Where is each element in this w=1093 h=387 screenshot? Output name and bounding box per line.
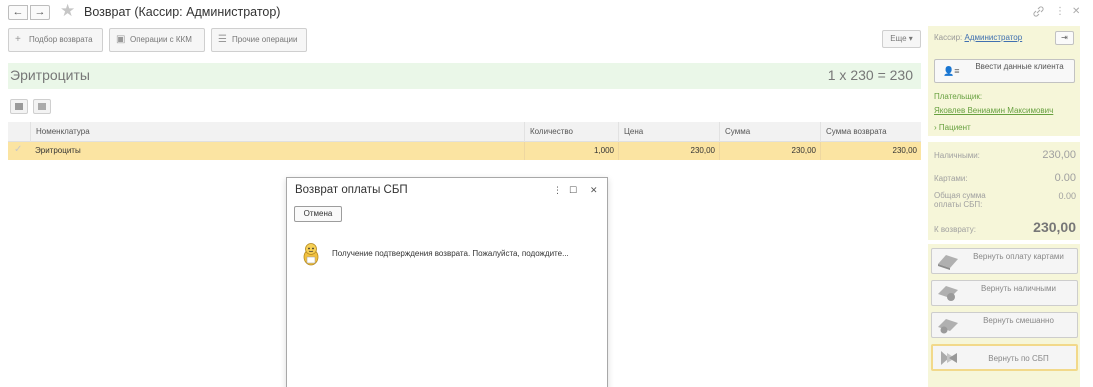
kkm-operations-label: Операции с ККМ bbox=[130, 35, 192, 44]
cash-label: Наличными: bbox=[934, 151, 980, 160]
card-icon bbox=[938, 255, 958, 270]
patient-toggle[interactable]: › Пациент bbox=[934, 123, 971, 132]
chevron-right-icon: › bbox=[934, 123, 937, 132]
exit-icon[interactable]: ⇥ bbox=[1055, 31, 1074, 45]
right-panel: Кассир: Администратор ⇥ 👤≡ Ввести данные… bbox=[928, 26, 1080, 387]
kkm-operations-button[interactable]: ▣ Операции с ККМ bbox=[109, 28, 205, 52]
sbp-return-dialog: Возврат оплаты СБП ⋮ ☐ ✕ Отмена Получени… bbox=[286, 177, 608, 387]
cell-return-sum: 230,00 bbox=[820, 142, 921, 160]
cell-name: Эритроциты bbox=[35, 146, 81, 155]
close-icon[interactable]: ✕ bbox=[590, 185, 598, 196]
return-mixed-label: Вернуть смешанно bbox=[983, 316, 1054, 325]
waiting-icon bbox=[301, 242, 321, 266]
banner-total: 1 x 230 = 230 bbox=[827, 67, 913, 83]
banner-item-name: Эритроциты bbox=[10, 67, 90, 83]
cell-sum: 230,00 bbox=[719, 142, 820, 160]
col-header-price[interactable]: Цена bbox=[618, 122, 719, 142]
more-label: Еще bbox=[890, 34, 907, 43]
sbp-total-label: Общая сумма оплаты СБП: bbox=[934, 191, 986, 209]
client-section: Кассир: Администратор ⇥ 👤≡ Ввести данные… bbox=[928, 26, 1080, 136]
cash-value: 230,00 bbox=[1042, 149, 1076, 161]
totals-section: Наличными: 230,00 Картами: 0.00 Общая су… bbox=[928, 142, 1080, 240]
col-header-quantity[interactable]: Количество bbox=[524, 122, 619, 142]
return-actions: Вернуть оплату картами Вернуть наличными… bbox=[928, 244, 1080, 387]
enter-client-data-button[interactable]: 👤≡ Ввести данные клиента bbox=[934, 59, 1075, 83]
cash-row: Наличными: 230,00 bbox=[934, 149, 1076, 163]
patient-label: Пациент bbox=[938, 123, 971, 132]
cards-label: Картами: bbox=[934, 174, 968, 183]
user-card-icon: 👤≡ bbox=[943, 66, 960, 76]
list-icon: ☰ bbox=[218, 34, 227, 45]
other-operations-button[interactable]: ☰ Прочие операции bbox=[211, 28, 307, 52]
col-header-nomenclature[interactable]: Номенклатура bbox=[30, 122, 526, 142]
page-title: Возврат (Кассир: Администратор) bbox=[84, 5, 281, 19]
register-icon: ▣ bbox=[116, 34, 126, 45]
dialog-title: Возврат оплаты СБП bbox=[295, 184, 408, 196]
chevron-down-icon: ▾ bbox=[908, 34, 913, 43]
close-icon[interactable]: ✕ bbox=[1072, 6, 1080, 17]
sbp-logo-icon bbox=[941, 351, 957, 365]
forward-button[interactable]: → bbox=[30, 5, 50, 20]
plus-icon: + bbox=[15, 34, 21, 45]
col-header-sum[interactable]: Сумма bbox=[719, 122, 819, 142]
back-button[interactable]: ← bbox=[8, 5, 28, 20]
mixed-payment-icon bbox=[938, 319, 958, 334]
select-return-label: Подбор возврата bbox=[29, 35, 93, 44]
link-icon[interactable] bbox=[1033, 6, 1044, 20]
more-vertical-icon[interactable]: ⋮ bbox=[553, 185, 562, 196]
sbp-total-row: Общая сумма оплаты СБП: 0.00 bbox=[934, 191, 1076, 211]
deselect-all-button[interactable] bbox=[33, 99, 51, 114]
cash-icon bbox=[938, 286, 958, 301]
table-header: Номенклатура Количество Цена Сумма Сумма… bbox=[8, 122, 921, 142]
to-return-label: К возврату: bbox=[934, 225, 977, 234]
return-cash-label: Вернуть наличными bbox=[980, 284, 1056, 293]
enter-client-data-label: Ввести данные клиента bbox=[975, 62, 1064, 71]
return-sbp-label: Вернуть по СБП bbox=[988, 354, 1049, 363]
select-all-button[interactable] bbox=[10, 99, 28, 114]
cell-price: 230,00 bbox=[618, 142, 719, 160]
to-return-row: К возврату: 230,00 bbox=[934, 219, 1076, 238]
maximize-icon[interactable]: ☐ bbox=[569, 185, 577, 196]
checkmark-icon[interactable]: ✓ bbox=[14, 142, 22, 158]
other-operations-label: Прочие операции bbox=[232, 35, 298, 44]
cancel-button[interactable]: Отмена bbox=[294, 206, 342, 222]
select-return-button[interactable]: + Подбор возврата bbox=[8, 28, 103, 52]
return-cash-button[interactable]: Вернуть наличными bbox=[931, 280, 1078, 306]
more-button[interactable]: Еще ▾ bbox=[882, 30, 921, 48]
cards-value: 0.00 bbox=[1054, 172, 1076, 184]
payer-link[interactable]: Яковлев Вениамин Максимович bbox=[934, 106, 1053, 115]
uncheck-all-icon bbox=[38, 103, 46, 110]
cell-quantity: 1,000 bbox=[524, 142, 618, 160]
return-cards-label: Вернуть оплату картами bbox=[973, 252, 1064, 261]
col-header-return-sum[interactable]: Сумма возврата bbox=[820, 122, 921, 142]
cashier-link[interactable]: Администратор bbox=[964, 33, 1022, 42]
cards-row: Картами: 0.00 bbox=[934, 172, 1076, 186]
sbp-total-value: 0.00 bbox=[1058, 191, 1076, 201]
cashier-label: Кассир: bbox=[934, 33, 963, 42]
title-bar: ← → ★ Возврат (Кассир: Администратор) ⋮ … bbox=[0, 0, 1093, 26]
waiting-message: Получение подтверждения возврата. Пожалу… bbox=[332, 249, 569, 258]
check-all-icon bbox=[15, 103, 23, 110]
to-return-value: 230,00 bbox=[1033, 219, 1076, 235]
item-banner: Эритроциты 1 x 230 = 230 bbox=[8, 63, 921, 89]
more-vertical-icon[interactable]: ⋮ bbox=[1055, 6, 1065, 17]
return-cards-button[interactable]: Вернуть оплату картами bbox=[931, 248, 1078, 274]
return-sbp-button[interactable]: Вернуть по СБП bbox=[931, 344, 1078, 371]
favorite-star-icon[interactable]: ★ bbox=[60, 2, 75, 20]
table-row[interactable]: ✓ Эритроциты 1,000 230,00 230,00 230,00 bbox=[8, 142, 921, 160]
payer-label: Плательщик: bbox=[934, 92, 983, 101]
return-mixed-button[interactable]: Вернуть смешанно bbox=[931, 312, 1078, 338]
